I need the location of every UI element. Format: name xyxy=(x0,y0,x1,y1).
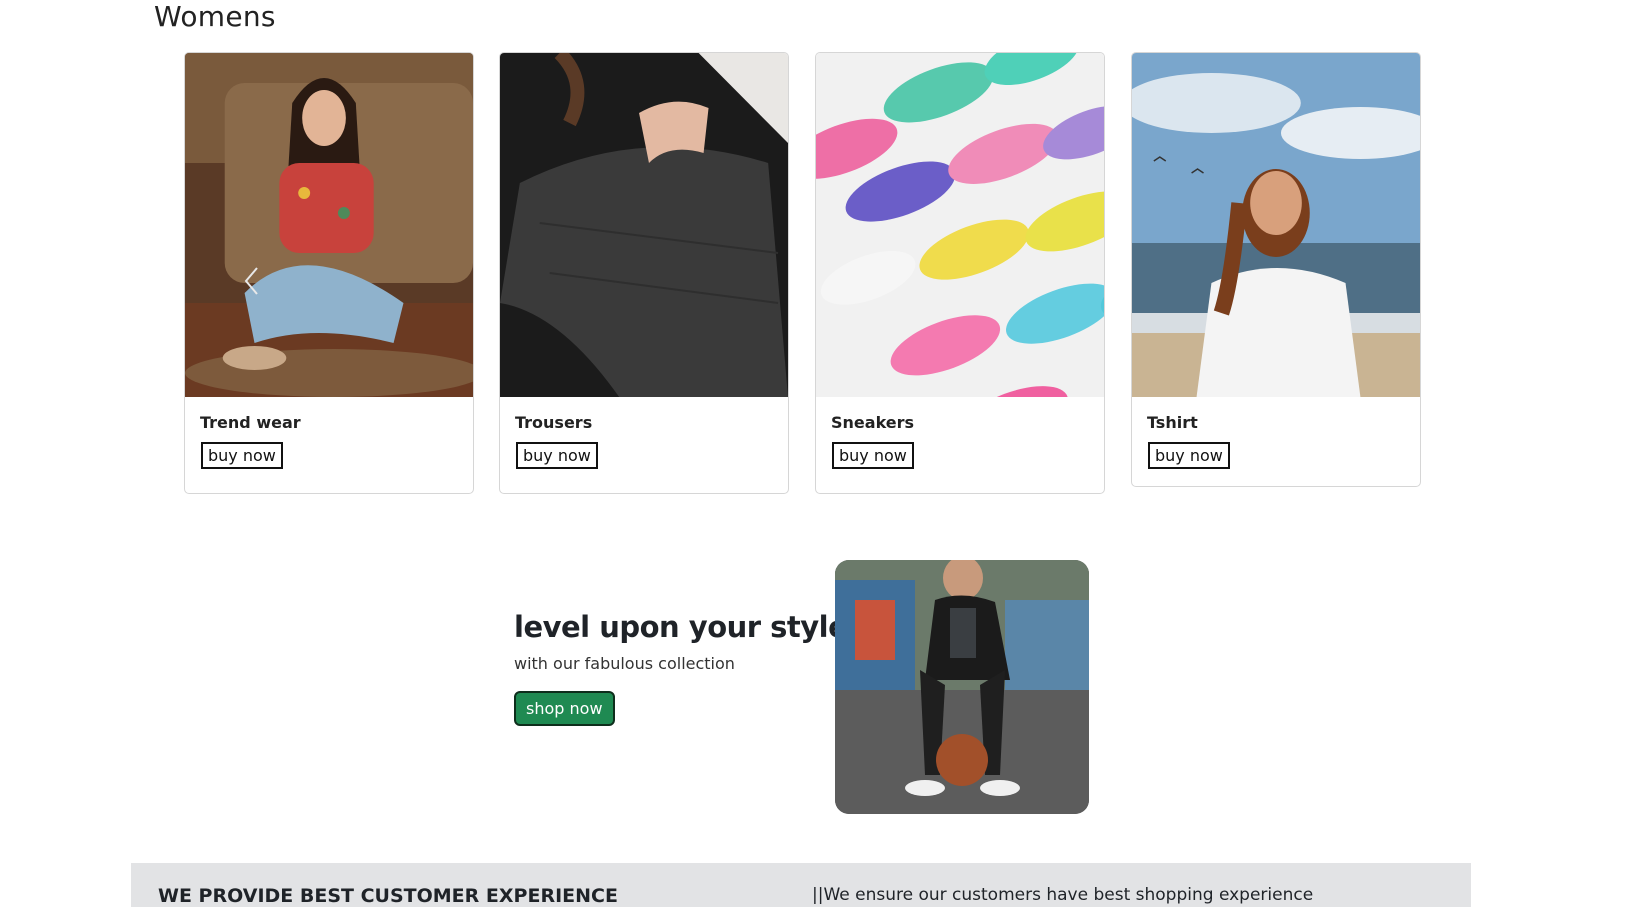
buy-now-button[interactable]: buy now xyxy=(516,442,598,469)
product-card-trend-wear[interactable]: Trend wear buy now xyxy=(184,52,474,494)
product-image[interactable] xyxy=(185,53,473,397)
product-name: Sneakers xyxy=(831,413,915,432)
shop-now-button[interactable]: shop now xyxy=(514,691,615,726)
product-card-sneakers[interactable]: Sneakers buy now xyxy=(815,52,1105,494)
banner-text: ||We ensure our customers have best shop… xyxy=(812,885,1314,905)
product-image[interactable] xyxy=(500,53,788,397)
product-card-tshirt[interactable]: Tshirt buy now xyxy=(1131,52,1421,487)
promo-headline: level upon your style xyxy=(514,610,848,644)
buy-now-button[interactable]: buy now xyxy=(832,442,914,469)
buy-now-button[interactable]: buy now xyxy=(201,442,283,469)
product-image[interactable] xyxy=(816,53,1104,397)
product-name: Trend wear xyxy=(200,413,301,432)
promo-text-block: level upon your style with our fabulous … xyxy=(514,610,848,726)
banner-title: WE PROVIDE BEST CUSTOMER EXPERIENCE xyxy=(158,885,618,907)
chevron-left-icon[interactable] xyxy=(241,265,263,297)
buy-now-button[interactable]: buy now xyxy=(1148,442,1230,469)
product-name: Tshirt xyxy=(1147,413,1198,432)
customer-experience-banner: WE PROVIDE BEST CUSTOMER EXPERIENCE ||We… xyxy=(131,863,1471,907)
promo-subtext: with our fabulous collection xyxy=(514,654,735,673)
product-image[interactable] xyxy=(1132,53,1420,397)
promo-image[interactable] xyxy=(835,560,1089,814)
section-title: Womens xyxy=(154,0,276,33)
product-card-trousers[interactable]: Trousers buy now xyxy=(499,52,789,494)
product-name: Trousers xyxy=(515,413,593,432)
